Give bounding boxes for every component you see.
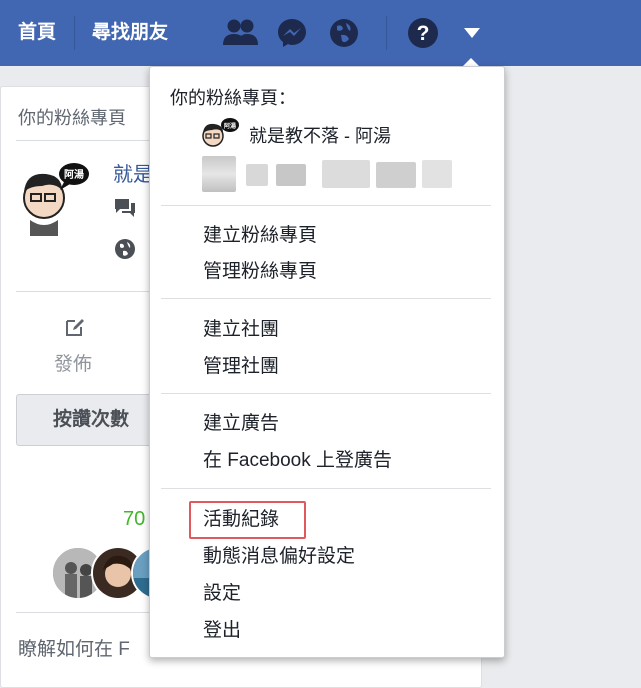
menu-section-header: 你的粉絲專頁： (170, 88, 296, 108)
svg-text:阿湯: 阿湯 (224, 122, 236, 130)
menu-divider (161, 393, 491, 394)
likes-count-value: 70 (123, 508, 146, 530)
menu-divider (161, 298, 491, 299)
help-icon[interactable]: ? (407, 17, 439, 49)
nav-divider-2 (386, 16, 387, 50)
globe-icon (115, 239, 135, 259)
nav-divider (74, 16, 75, 50)
messenger-icon[interactable] (276, 17, 308, 49)
blurred-page-entry[interactable] (200, 156, 454, 192)
likes-count-button[interactable]: 按讚次數 (16, 394, 166, 446)
svg-text:阿湯: 阿湯 (64, 168, 84, 181)
manage-groups-item[interactable]: 管理社團 (203, 355, 279, 379)
news-feed-preferences-item[interactable]: 動態消息偏好設定 (203, 545, 355, 569)
learn-more-text: 瞭解如何在 F (18, 639, 130, 660)
settings-item[interactable]: 設定 (203, 582, 241, 606)
page-name-link[interactable]: 就是 (113, 158, 153, 187)
card-title: 你的粉絲專頁 (18, 108, 126, 128)
post-label[interactable]: 發佈 (54, 349, 92, 376)
advertise-on-facebook-item[interactable]: 在 Facebook 上登廣告 (203, 449, 392, 473)
create-ads-item[interactable]: 建立廣告 (203, 412, 279, 436)
friend-requests-icon[interactable] (222, 17, 260, 49)
page-thumbnail-avatar[interactable]: 阿湯 (199, 116, 241, 150)
edit-post-icon[interactable] (64, 316, 86, 338)
manage-pages-item[interactable]: 管理粉絲專頁 (203, 260, 317, 284)
create-group-item[interactable]: 建立社團 (203, 318, 279, 342)
log-out-item[interactable]: 登出 (203, 619, 241, 643)
home-link[interactable]: 首頁 (18, 20, 56, 46)
menu-divider (161, 488, 491, 489)
activity-log-item[interactable]: 活動紀錄 (203, 508, 279, 532)
find-friends-link[interactable]: 尋找朋友 (92, 20, 168, 46)
menu-page-link[interactable]: 就是教不落 - 阿湯 (249, 122, 391, 148)
messages-icon[interactable] (113, 197, 137, 219)
page-avatar[interactable]: 阿湯 (16, 160, 92, 236)
notifications-globe-icon[interactable] (328, 17, 360, 49)
svg-text:?: ? (417, 22, 430, 45)
create-page-item[interactable]: 建立粉絲專頁 (203, 224, 317, 248)
menu-divider (161, 205, 491, 206)
account-menu-arrow-icon[interactable] (462, 26, 482, 40)
